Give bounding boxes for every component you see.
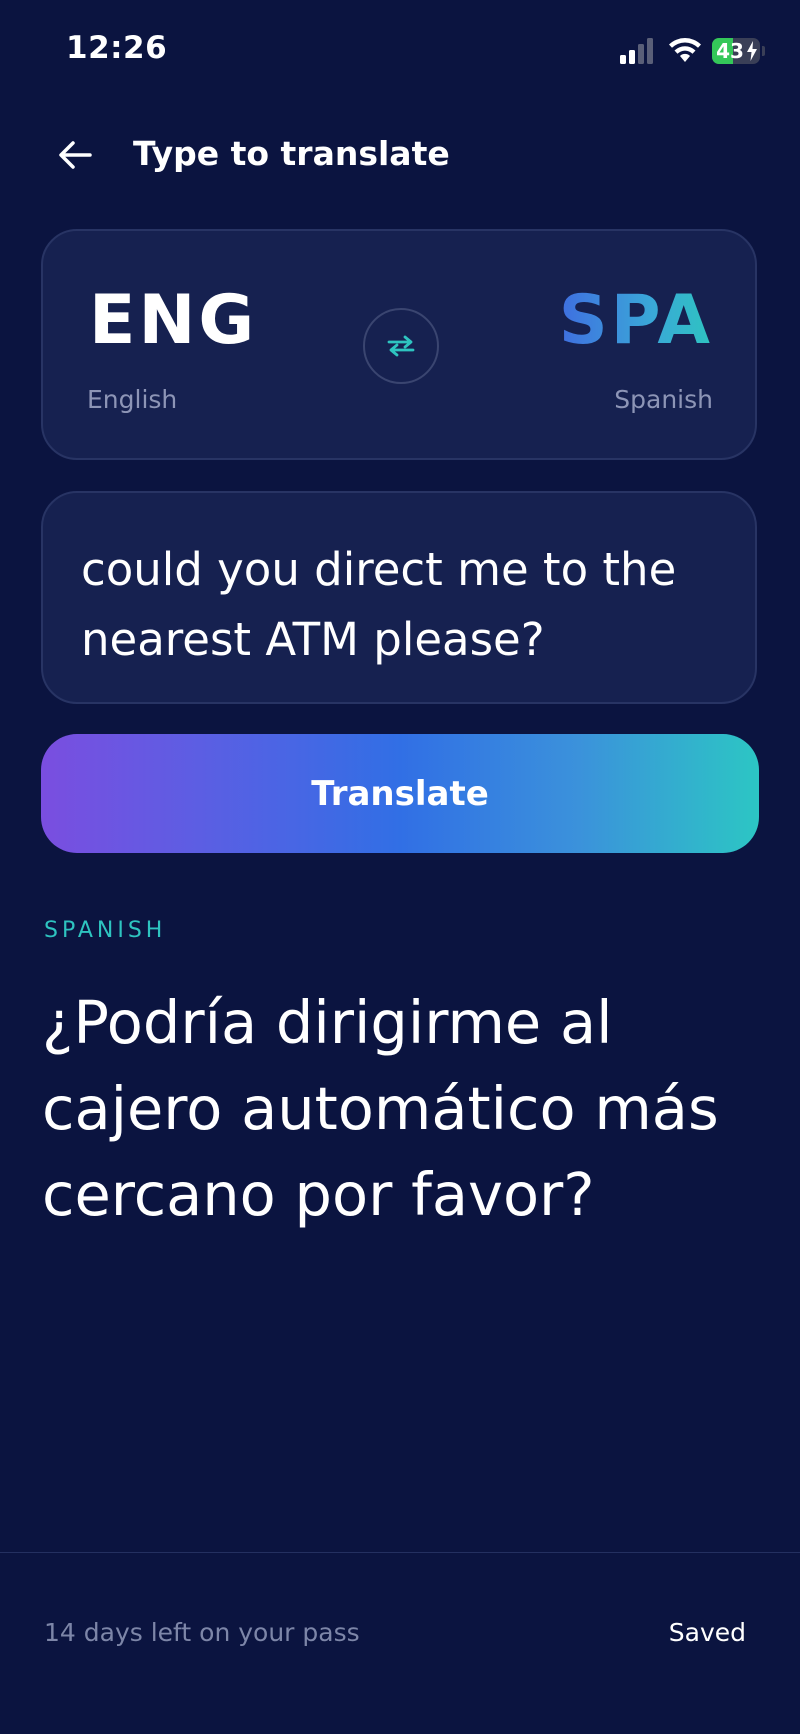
- wifi-icon: [669, 38, 701, 62]
- language-selector-card: ENG English SPA Spanish: [41, 229, 757, 460]
- pass-remaining-text: 14 days left on your pass: [44, 1618, 360, 1647]
- source-language-code[interactable]: ENG: [89, 287, 257, 355]
- back-button[interactable]: [50, 130, 100, 180]
- status-bar: 12:26 43: [0, 0, 800, 100]
- swap-languages-button[interactable]: [363, 308, 439, 384]
- source-text-value[interactable]: could you direct me to the nearest ATM p…: [81, 535, 721, 675]
- target-language-code[interactable]: SPA: [559, 287, 713, 355]
- translate-screen: 12:26 43 Type to translate ENG English S…: [0, 0, 800, 1734]
- arrow-left-icon: [59, 141, 92, 169]
- charging-bolt-icon: [747, 41, 757, 61]
- header: Type to translate: [0, 110, 800, 200]
- page-title: Type to translate: [133, 134, 450, 173]
- result-language-label: SPANISH: [44, 918, 167, 943]
- swap-arrows-icon: [387, 335, 415, 357]
- saved-button[interactable]: Saved: [669, 1618, 746, 1647]
- battery-icon: 43: [712, 38, 760, 64]
- translation-result: ¿Podría dirigirme al cajero automático m…: [42, 988, 719, 1229]
- translate-button-label: Translate: [311, 773, 489, 814]
- source-text-input[interactable]: could you direct me to the nearest ATM p…: [41, 491, 757, 704]
- source-language-name: English: [87, 385, 178, 414]
- battery-cap: [762, 46, 765, 56]
- battery-level: 43: [716, 39, 744, 63]
- target-language-name: Spanish: [614, 385, 713, 414]
- translate-button[interactable]: Translate: [41, 734, 759, 853]
- status-time: 12:26: [66, 30, 168, 66]
- footer-divider: [0, 1552, 800, 1553]
- cellular-signal-icon: [620, 38, 653, 64]
